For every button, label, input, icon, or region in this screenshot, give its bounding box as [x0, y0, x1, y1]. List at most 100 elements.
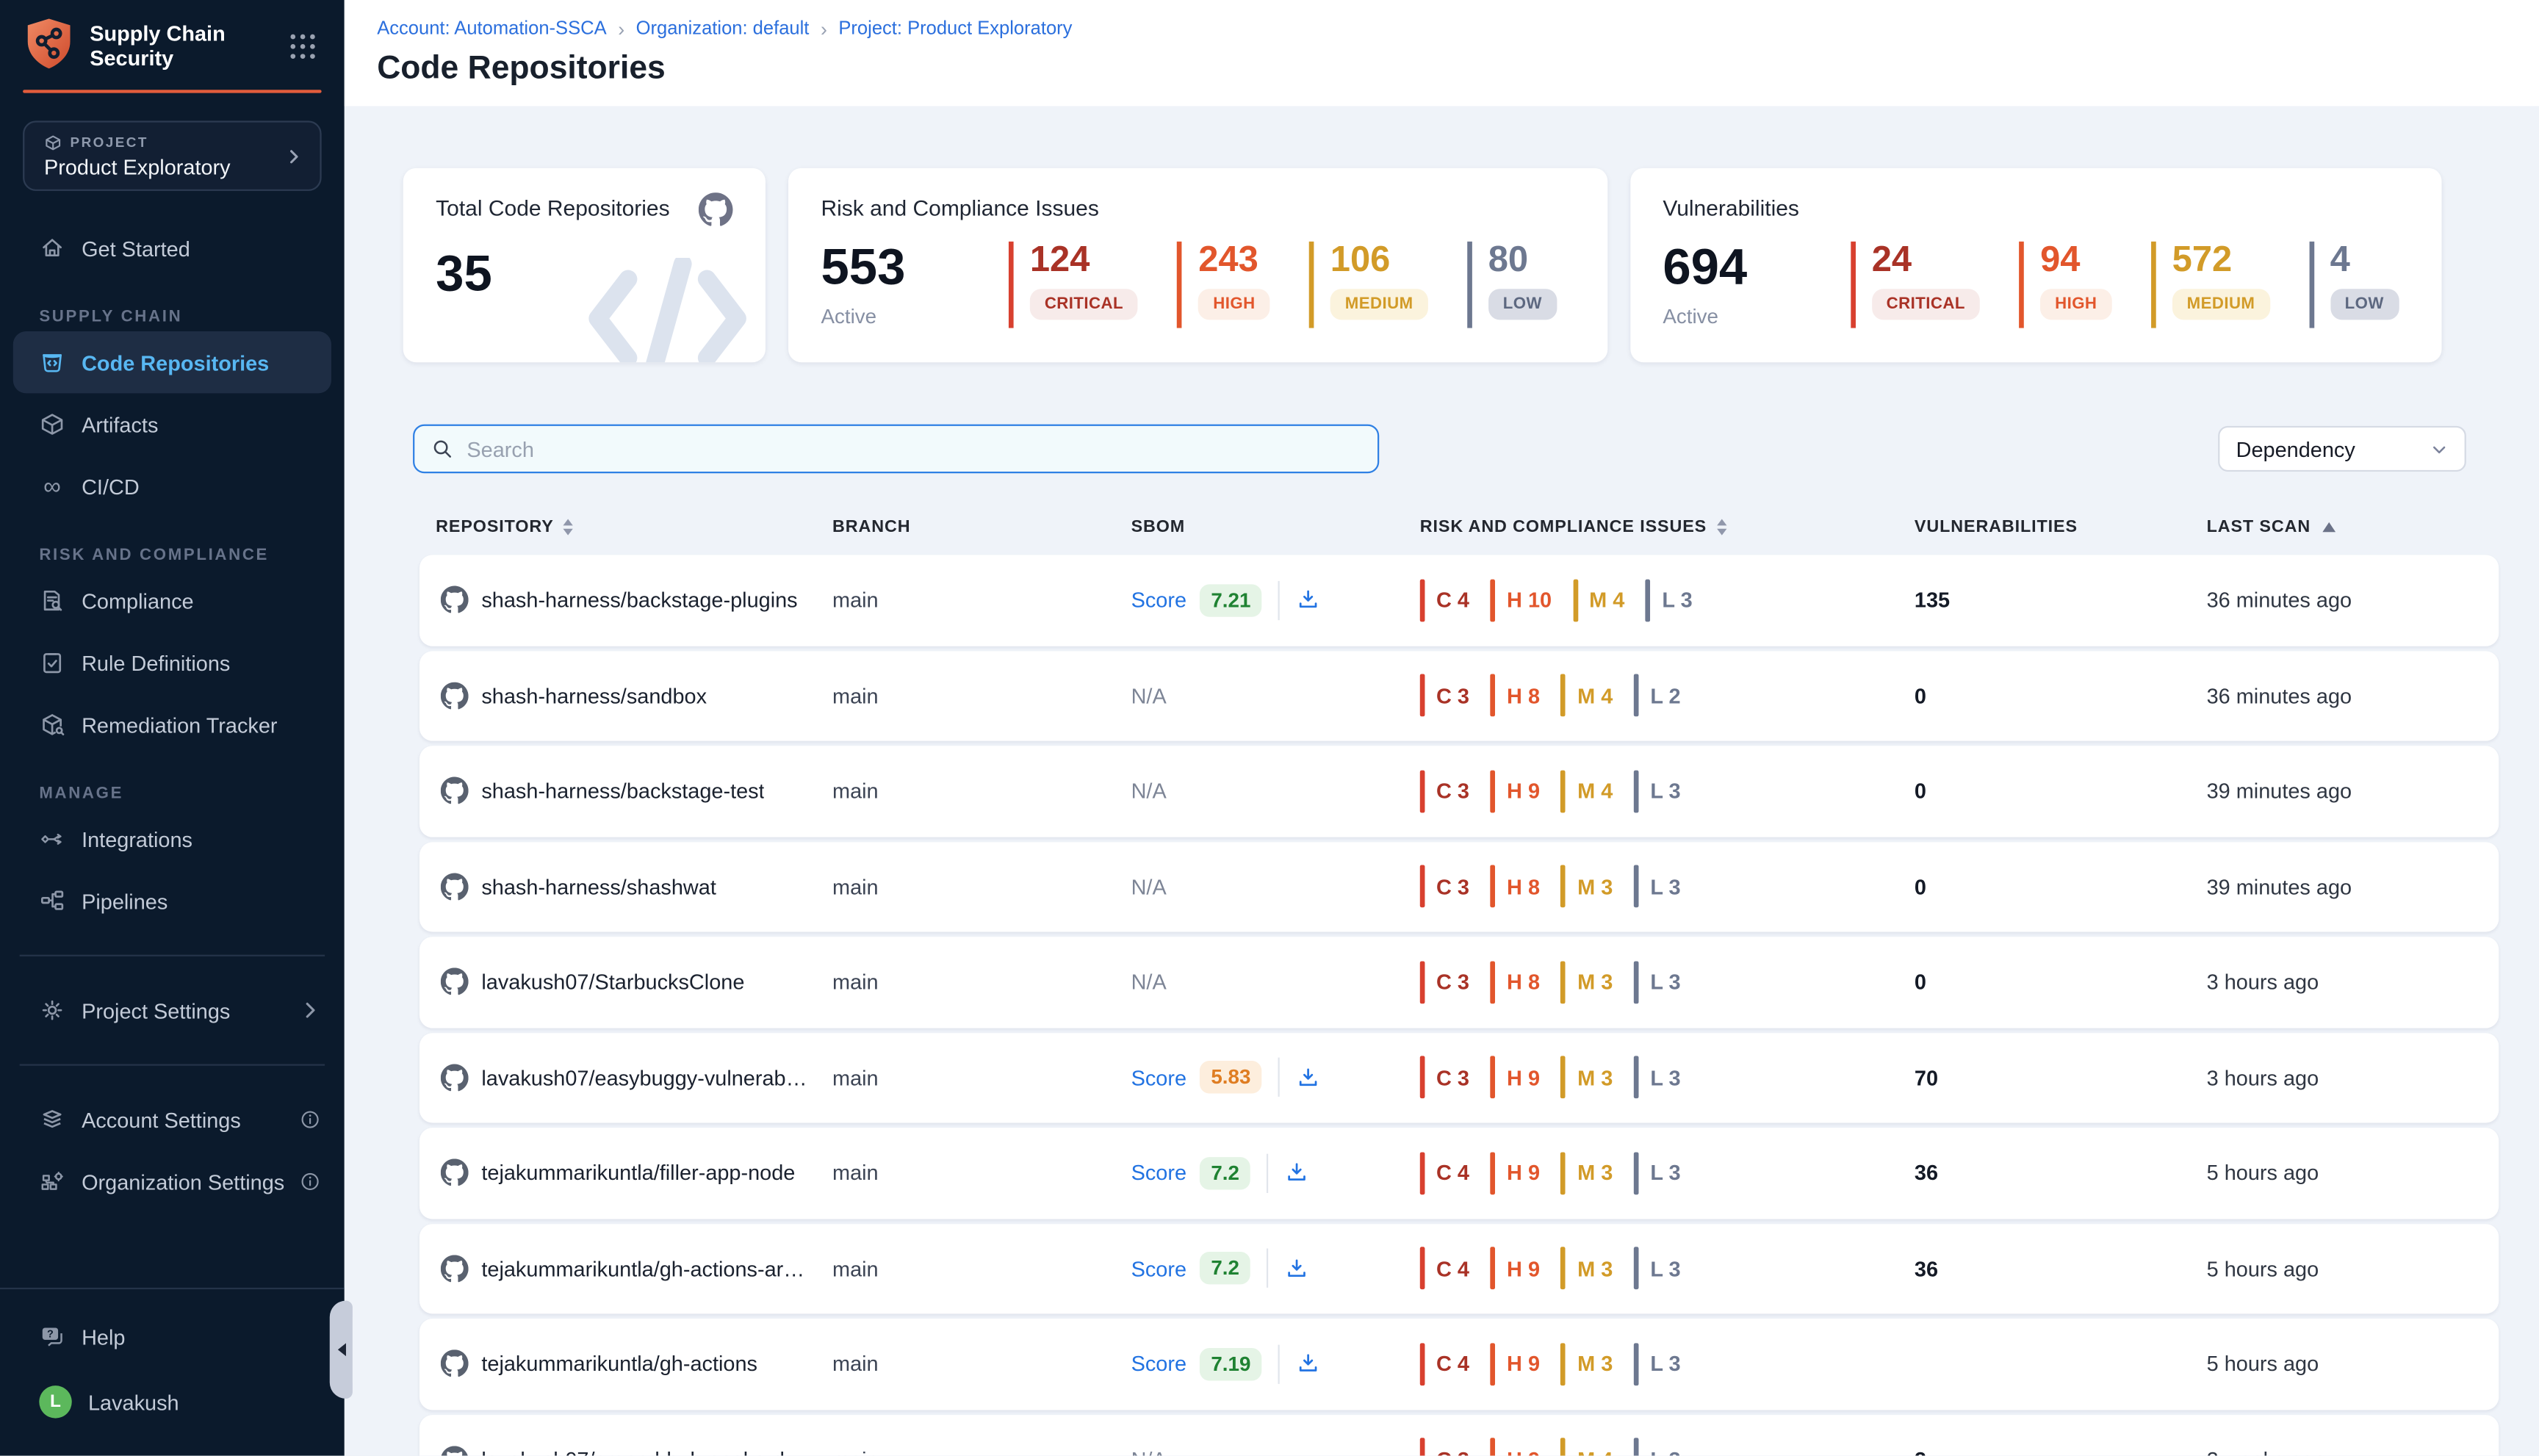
critical-count: 124 — [1030, 242, 1138, 278]
last-scan-cell: 5 hours ago — [2207, 1161, 2499, 1185]
repository-name[interactable]: shash-harness/backstage-test — [481, 779, 764, 803]
table-header: REPOSITORY BRANCH SBOM RISK AND COMPLIAN… — [419, 517, 2499, 537]
repository-cell: lavakush07/StarbucksClone — [436, 968, 832, 996]
repository-name[interactable]: shash-harness/sandbox — [481, 683, 707, 707]
sidebar-item-get-started[interactable]: Get Started — [0, 217, 345, 278]
search-icon — [431, 437, 454, 460]
repository-name[interactable]: shash-harness/shashwat — [481, 874, 716, 898]
sidebar-item-pipelines[interactable]: Pipelines — [0, 870, 345, 931]
app-switcher-grid-icon[interactable] — [290, 35, 314, 59]
sbom-cell: N/A — [1131, 970, 1420, 994]
package-icon — [44, 133, 62, 151]
repository-name[interactable]: lavakush07/easybuggy-vulnerable-app… — [481, 1065, 810, 1089]
branch-cell: main — [832, 588, 1131, 612]
breadcrumb-link-account[interactable]: Account: Automation-SSCA — [377, 20, 606, 40]
severity-chip-high: H 8 — [1491, 674, 1540, 717]
dependency-filter-value: Dependency — [2236, 436, 2355, 461]
last-scan-cell: 5 hours ago — [2207, 1256, 2499, 1280]
repository-cell: shash-harness/sandbox — [436, 682, 832, 710]
severity-chip-high: H 9 — [1491, 1152, 1540, 1194]
download-sbom-icon[interactable] — [1297, 1065, 1321, 1089]
severity-chip-critical: C 3 — [1420, 865, 1469, 908]
repository-name[interactable]: shash-harness/backstage-plugins — [481, 588, 797, 612]
sbom-na: N/A — [1131, 874, 1167, 898]
divider — [20, 955, 325, 956]
sidebar-item-artifacts[interactable]: Artifacts — [0, 393, 345, 455]
download-sbom-icon[interactable] — [1297, 588, 1321, 612]
column-header-risk[interactable]: RISK AND COMPLIANCE ISSUES — [1420, 517, 1915, 537]
last-scan-cell: 36 minutes ago — [2207, 588, 2499, 612]
repository-name[interactable]: tejakummarikuntla/gh-actions — [481, 1352, 757, 1376]
sidebar-item-label: Rule Definitions — [82, 650, 230, 674]
sbom-score-badge: 7.19 — [1200, 1347, 1262, 1380]
repository-name[interactable]: tejakummarikuntla/filler-app-node — [481, 1161, 795, 1185]
repository-name[interactable]: lavakush07/argocd-hub-spoke-demo — [481, 1447, 810, 1456]
sbom-score-link[interactable]: Score — [1131, 1352, 1186, 1376]
sidebar-item-project-settings[interactable]: Project Settings — [0, 979, 345, 1041]
sidebar-item-account-settings[interactable]: Account Settings — [0, 1089, 345, 1150]
table-row[interactable]: shash-harness/sandbox main N/A C 3H 8M 4… — [419, 650, 2499, 740]
vulnerabilities-cell: 2 — [1915, 1447, 2207, 1456]
branch-cell: main — [832, 874, 1131, 898]
sidebar-item-organization-settings[interactable]: Organization Settings — [0, 1150, 345, 1212]
repository-name[interactable]: lavakush07/StarbucksClone — [481, 970, 744, 994]
dependency-filter-dropdown[interactable]: Dependency — [2218, 426, 2466, 472]
breadcrumb-link-project[interactable]: Project: Product Exploratory — [838, 20, 1072, 40]
sbom-cell: N/A — [1131, 683, 1420, 707]
breadcrumb-link-organization[interactable]: Organization: default — [636, 20, 810, 40]
repository-cell: shash-harness/shashwat — [436, 873, 832, 901]
download-sbom-icon[interactable] — [1285, 1256, 1309, 1280]
severity-chip-critical: C 3 — [1420, 1438, 1469, 1456]
github-icon — [441, 1350, 469, 1378]
risk-issues-value: 553 — [821, 242, 1008, 292]
sidebar-item-help[interactable]: ? Help — [0, 1305, 345, 1367]
table-row[interactable]: lavakush07/easybuggy-vulnerable-app… mai… — [419, 1032, 2499, 1122]
info-icon[interactable] — [299, 1108, 322, 1131]
repository-name[interactable]: tejakummarikuntla/gh-actions-artifacts — [481, 1256, 810, 1280]
high-count: 243 — [1198, 242, 1270, 278]
github-icon — [441, 1064, 469, 1092]
branch-cell: main — [832, 1161, 1131, 1185]
search-input[interactable] — [467, 436, 1361, 461]
sidebar-item-remediation-tracker[interactable]: Remediation Tracker — [0, 693, 345, 755]
sidebar-item-rule-definitions[interactable]: Rule Definitions — [0, 632, 345, 693]
branch-cell: main — [832, 683, 1131, 707]
sbom-score-link[interactable]: Score — [1131, 1256, 1186, 1280]
sbom-score-link[interactable]: Score — [1131, 1161, 1186, 1185]
table-row[interactable]: lavakush07/StarbucksClone main N/A C 3H … — [419, 937, 2499, 1027]
sbom-score-link[interactable]: Score — [1131, 1065, 1186, 1089]
critical-count: 24 — [1872, 242, 1980, 278]
github-icon — [441, 873, 469, 901]
severity-chip-critical: C 4 — [1420, 1247, 1469, 1290]
project-selector[interactable]: PROJECT Product Exploratory — [23, 120, 322, 191]
table-row[interactable]: tejakummarikuntla/gh-actions main Score … — [419, 1319, 2499, 1409]
sbom-score-badge: 7.2 — [1200, 1157, 1251, 1189]
sidebar-item-cicd[interactable]: ∞ CI/CD — [0, 455, 345, 517]
sbom-score-link[interactable]: Score — [1131, 588, 1186, 612]
layers-icon — [39, 1106, 65, 1133]
sbom-score-badge: 5.83 — [1200, 1062, 1262, 1094]
severity-chip-medium: M 3 — [1561, 1152, 1613, 1194]
box-wrench-icon — [39, 712, 65, 738]
table-row[interactable]: tejakummarikuntla/gh-actions-artifacts m… — [419, 1223, 2499, 1313]
sidebar-item-compliance[interactable]: Compliance — [0, 569, 345, 631]
table-row[interactable]: tejakummarikuntla/filler-app-node main S… — [419, 1128, 2499, 1218]
table-row[interactable]: shash-harness/backstage-plugins main Sco… — [419, 555, 2499, 645]
critical-badge: CRITICAL — [1872, 289, 1980, 320]
user-menu[interactable]: L Lavakush — [0, 1368, 345, 1436]
table-row[interactable]: shash-harness/backstage-test main N/A C … — [419, 746, 2499, 836]
column-header-last-scan[interactable]: LAST SCAN — [2207, 517, 2499, 537]
table-row[interactable]: lavakush07/argocd-hub-spoke-demo main N/… — [419, 1414, 2499, 1456]
download-sbom-icon[interactable] — [1297, 1352, 1321, 1376]
download-sbom-icon[interactable] — [1285, 1161, 1309, 1185]
vulnerabilities-value: 694 — [1663, 242, 1850, 292]
table-row[interactable]: shash-harness/shashwat main N/A C 3H 8M … — [419, 841, 2499, 931]
column-header-repository[interactable]: REPOSITORY — [436, 517, 832, 537]
chevron-down-icon — [2430, 440, 2448, 458]
sidebar-item-integrations[interactable]: Integrations — [0, 808, 345, 870]
sidebar-item-label: Help — [82, 1325, 125, 1349]
sidebar-item-code-repositories[interactable]: Code Repositories — [13, 331, 331, 393]
severity-chip-critical: C 4 — [1420, 1152, 1469, 1194]
sidebar-collapse-handle[interactable] — [330, 1301, 353, 1399]
info-icon[interactable] — [299, 1170, 322, 1193]
